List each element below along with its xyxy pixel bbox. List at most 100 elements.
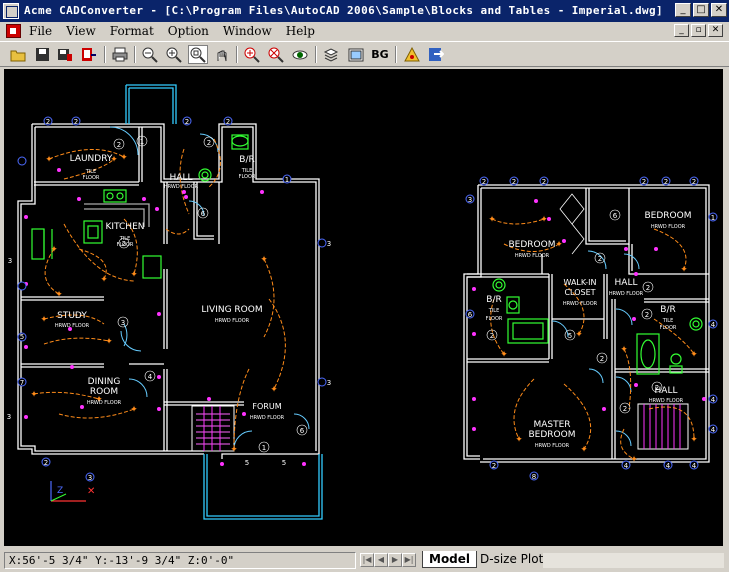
svg-text:3: 3 <box>121 319 125 327</box>
svg-text:4: 4 <box>711 396 716 404</box>
view-icon[interactable] <box>290 45 310 64</box>
open-folder-icon[interactable] <box>8 45 28 64</box>
svg-text:2: 2 <box>645 311 649 319</box>
layers-icon[interactable] <box>321 45 341 64</box>
svg-text:2: 2 <box>542 178 546 186</box>
save-as-icon[interactable] <box>55 45 75 64</box>
svg-text:FLOOR: FLOOR <box>660 325 677 331</box>
svg-text:2: 2 <box>482 178 486 186</box>
label-laundry: LAUNDRY <box>70 154 113 164</box>
svg-text:1: 1 <box>140 138 144 146</box>
last-layout-button[interactable]: ▶| <box>402 553 416 567</box>
svg-text:✦: ✦ <box>55 290 63 300</box>
menu-option[interactable]: Option <box>168 24 209 38</box>
coordinate-readout: X:56'-5 3/4" Y:-13'-9 3/4" Z:0'-0" <box>4 552 356 569</box>
label-br-2: B/R <box>486 295 501 305</box>
zoom-extents-icon[interactable] <box>266 45 286 64</box>
svg-text:ROOM: ROOM <box>90 387 118 397</box>
prev-layout-button[interactable]: ◀ <box>374 553 388 567</box>
svg-text:6: 6 <box>468 311 473 319</box>
svg-text:✦: ✦ <box>105 337 113 347</box>
zoom-in-icon[interactable] <box>164 45 184 64</box>
label-bedroom-1: BEDROOM <box>509 240 556 250</box>
svg-text:TILE: TILE <box>662 318 673 324</box>
save-icon[interactable] <box>32 45 52 64</box>
doc-minimize-button[interactable]: _ <box>674 24 689 37</box>
pan-icon[interactable] <box>212 45 232 64</box>
svg-text:HRWD FLOOR: HRWD FLOOR <box>651 224 686 230</box>
svg-text:4: 4 <box>148 373 153 381</box>
svg-text:4: 4 <box>711 321 716 329</box>
export-icon[interactable] <box>79 45 99 64</box>
svg-text:✦: ✦ <box>50 245 58 255</box>
background-toggle-button[interactable]: BG <box>370 45 390 64</box>
svg-text:5: 5 <box>245 459 249 467</box>
svg-text:1: 1 <box>285 176 289 184</box>
svg-text:6: 6 <box>613 212 618 220</box>
svg-text:2: 2 <box>492 462 496 470</box>
tab-d-size-plot[interactable]: D-size Plot <box>474 551 549 568</box>
close-button[interactable]: ✕ <box>711 3 727 17</box>
label-forum: FORUM <box>252 402 281 411</box>
svg-text:2: 2 <box>692 178 696 186</box>
menu-format[interactable]: Format <box>110 24 154 38</box>
print-icon[interactable] <box>110 45 130 64</box>
app-icon[interactable] <box>3 3 19 19</box>
svg-text:2: 2 <box>598 255 602 263</box>
menu-view[interactable]: View <box>66 24 96 38</box>
svg-text:✦: ✦ <box>540 215 548 225</box>
document-icon[interactable] <box>6 24 21 38</box>
horizontal-scrollbar[interactable] <box>543 553 724 568</box>
title-bar: Acme CADConverter - [C:\Program Files\Au… <box>0 0 729 22</box>
label-master-bedroom: BEDROOM <box>529 430 576 440</box>
svg-text:3: 3 <box>88 474 92 482</box>
maximize-button[interactable]: □ <box>693 3 709 17</box>
svg-text:8: 8 <box>532 473 536 481</box>
svg-text:2: 2 <box>664 178 668 186</box>
zoom-out-icon[interactable] <box>140 45 160 64</box>
svg-text:✦: ✦ <box>690 350 698 360</box>
svg-text:✦: ✦ <box>690 435 698 445</box>
menu-help[interactable]: Help <box>286 24 315 38</box>
zoom-window-icon[interactable] <box>188 45 208 64</box>
svg-text:2: 2 <box>642 178 646 186</box>
drawing-canvas[interactable]: ✦ ✦ ✦ ✦ ✦ ✦ ✦ ✦ ✦ ✦ ✦ ✦ ✦ ✦ ✦ 2 1 2 6 3 4 1 6 2 2 2 2 2 1 3 5… <box>4 69 723 546</box>
exit-icon[interactable] <box>426 45 446 64</box>
label-master: MASTER <box>533 420 570 430</box>
label-study: STUDY <box>57 311 87 321</box>
svg-text:HRWD FLOOR: HRWD FLOOR <box>55 323 90 329</box>
label-br-3: B/R <box>660 305 675 315</box>
svg-text:3: 3 <box>7 413 11 421</box>
svg-text:2: 2 <box>226 118 230 126</box>
menu-window[interactable]: Window <box>223 24 272 38</box>
svg-text:4: 4 <box>711 426 716 434</box>
label-walk-in: WALK-IN <box>563 278 596 287</box>
svg-text:✦: ✦ <box>488 215 496 225</box>
svg-text:✦: ✦ <box>575 330 583 340</box>
svg-text:HRWD FLOOR: HRWD FLOOR <box>87 400 122 406</box>
doc-close-button[interactable]: ✕ <box>708 24 723 37</box>
svg-text:5: 5 <box>282 459 286 467</box>
svg-text:2: 2 <box>74 118 78 126</box>
next-layout-button[interactable]: ▶ <box>388 553 402 567</box>
tab-model[interactable]: Model <box>422 551 478 568</box>
svg-text:7: 7 <box>20 379 24 387</box>
layout-icon[interactable] <box>346 45 366 64</box>
svg-text:FLOOR: FLOOR <box>83 175 100 181</box>
doc-restore-button[interactable]: ▫ <box>691 24 706 37</box>
minimize-button[interactable]: _ <box>675 3 691 17</box>
svg-text:2: 2 <box>623 405 627 413</box>
svg-text:3: 3 <box>8 257 12 265</box>
zoom-realtime-icon[interactable] <box>242 45 262 64</box>
menu-file[interactable]: File <box>29 24 52 38</box>
settings-icon[interactable] <box>402 45 422 64</box>
first-layout-button[interactable]: |◀ <box>360 553 374 567</box>
svg-text:2: 2 <box>44 459 48 467</box>
svg-text:✦: ✦ <box>680 265 688 275</box>
svg-text:3: 3 <box>468 196 472 204</box>
svg-text:HRWD FLOOR: HRWD FLOOR <box>563 301 598 307</box>
svg-text:3: 3 <box>327 240 331 248</box>
toolbar: BG <box>0 41 729 67</box>
svg-text:2: 2 <box>185 118 189 126</box>
svg-text:6: 6 <box>201 210 206 218</box>
